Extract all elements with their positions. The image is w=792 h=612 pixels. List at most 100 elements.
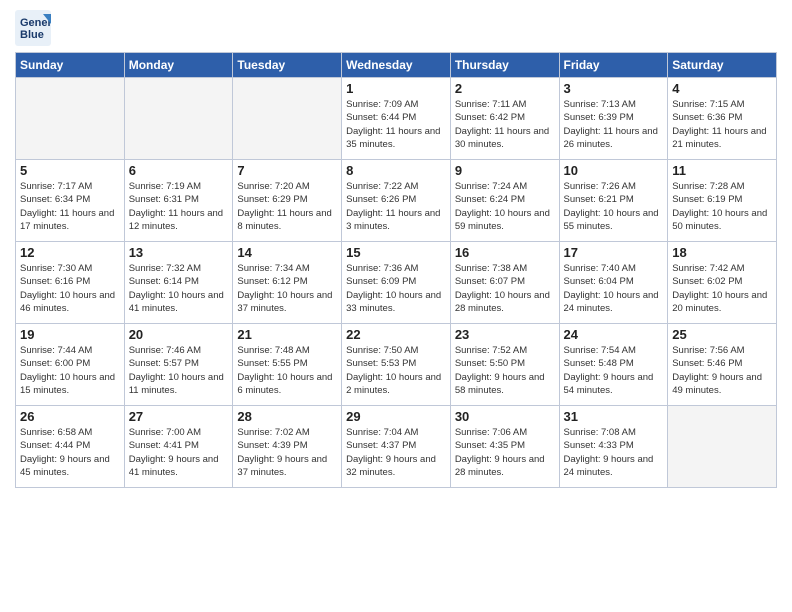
day-cell: 8 Sunrise: 7:22 AM Sunset: 6:26 PM Daylig…: [342, 160, 451, 242]
day-number: 19: [20, 327, 120, 342]
day-number: 1: [346, 81, 446, 96]
day-number: 20: [129, 327, 229, 342]
day-cell: [233, 78, 342, 160]
day-info: Sunrise: 7:28 AM Sunset: 6:19 PM Dayligh…: [672, 180, 772, 233]
day-cell: 20 Sunrise: 7:46 AM Sunset: 5:57 PM Dayli…: [124, 324, 233, 406]
week-row-2: 12Sunrise: 7:30 AM Sunset: 6:16 PM Dayli…: [16, 242, 777, 324]
svg-text:Blue: Blue: [20, 29, 44, 41]
day-cell: 23 Sunrise: 7:52 AM Sunset: 5:50 PM Dayli…: [450, 324, 559, 406]
day-number: 13: [129, 245, 229, 260]
day-info: Sunrise: 7:20 AM Sunset: 6:29 PM Dayligh…: [237, 180, 337, 233]
day-info: Sunrise: 7:30 AM Sunset: 6:16 PM Dayligh…: [20, 262, 120, 315]
day-info: Sunrise: 7:24 AM Sunset: 6:24 PM Dayligh…: [455, 180, 555, 233]
day-info: Sunrise: 7:42 AM Sunset: 6:02 PM Dayligh…: [672, 262, 772, 315]
day-cell: 12Sunrise: 7:30 AM Sunset: 6:16 PM Dayli…: [16, 242, 125, 324]
day-cell: 22 Sunrise: 7:50 AM Sunset: 5:53 PM Dayli…: [342, 324, 451, 406]
week-row-1: 5Sunrise: 7:17 AM Sunset: 6:34 PM Daylig…: [16, 160, 777, 242]
day-cell: [16, 78, 125, 160]
weekday-friday: Friday: [559, 53, 668, 78]
day-number: 8: [346, 163, 446, 178]
day-number: 3: [564, 81, 664, 96]
weekday-tuesday: Tuesday: [233, 53, 342, 78]
calendar-table: SundayMondayTuesdayWednesdayThursdayFrid…: [15, 52, 777, 488]
day-cell: [668, 406, 777, 488]
day-cell: 1 Sunrise: 7:09 AM Sunset: 6:44 PM Daylig…: [342, 78, 451, 160]
day-cell: 30 Sunrise: 7:06 AM Sunset: 4:35 PM Dayli…: [450, 406, 559, 488]
day-number: 2: [455, 81, 555, 96]
day-cell: 6Sunrise: 7:19 AM Sunset: 6:31 PM Daylig…: [124, 160, 233, 242]
logo: General Blue: [15, 10, 54, 46]
day-number: 7: [237, 163, 337, 178]
day-cell: 25 Sunrise: 7:56 AM Sunset: 5:46 PM Dayli…: [668, 324, 777, 406]
day-number: 18: [672, 245, 772, 260]
weekday-saturday: Saturday: [668, 53, 777, 78]
day-info: Sunrise: 7:38 AM Sunset: 6:07 PM Dayligh…: [455, 262, 555, 315]
weekday-sunday: Sunday: [16, 53, 125, 78]
weekday-wednesday: Wednesday: [342, 53, 451, 78]
day-cell: 21 Sunrise: 7:48 AM Sunset: 5:55 PM Dayli…: [233, 324, 342, 406]
day-info: Sunrise: 6:58 AM Sunset: 4:44 PM Dayligh…: [20, 426, 120, 479]
day-cell: 17Sunrise: 7:40 AM Sunset: 6:04 PM Dayli…: [559, 242, 668, 324]
day-info: Sunrise: 7:04 AM Sunset: 4:37 PM Dayligh…: [346, 426, 446, 479]
day-cell: 14 Sunrise: 7:34 AM Sunset: 6:12 PM Dayli…: [233, 242, 342, 324]
day-number: 11: [672, 163, 772, 178]
day-info: Sunrise: 7:09 AM Sunset: 6:44 PM Dayligh…: [346, 98, 446, 151]
day-cell: 4 Sunrise: 7:15 AM Sunset: 6:36 PM Daylig…: [668, 78, 777, 160]
day-info: Sunrise: 7:44 AM Sunset: 6:00 PM Dayligh…: [20, 344, 120, 397]
day-info: Sunrise: 7:32 AM Sunset: 6:14 PM Dayligh…: [129, 262, 229, 315]
day-cell: 16Sunrise: 7:38 AM Sunset: 6:07 PM Dayli…: [450, 242, 559, 324]
day-info: Sunrise: 7:48 AM Sunset: 5:55 PM Dayligh…: [237, 344, 337, 397]
day-info: Sunrise: 7:11 AM Sunset: 6:42 PM Dayligh…: [455, 98, 555, 151]
day-number: 14: [237, 245, 337, 260]
day-number: 29: [346, 409, 446, 424]
svg-text:General: General: [20, 17, 51, 29]
day-cell: 11 Sunrise: 7:28 AM Sunset: 6:19 PM Dayli…: [668, 160, 777, 242]
day-info: Sunrise: 7:36 AM Sunset: 6:09 PM Dayligh…: [346, 262, 446, 315]
day-cell: 2 Sunrise: 7:11 AM Sunset: 6:42 PM Daylig…: [450, 78, 559, 160]
day-cell: 18 Sunrise: 7:42 AM Sunset: 6:02 PM Dayli…: [668, 242, 777, 324]
day-info: Sunrise: 7:02 AM Sunset: 4:39 PM Dayligh…: [237, 426, 337, 479]
week-row-0: 1 Sunrise: 7:09 AM Sunset: 6:44 PM Daylig…: [16, 78, 777, 160]
day-number: 15: [346, 245, 446, 260]
weekday-monday: Monday: [124, 53, 233, 78]
day-number: 30: [455, 409, 555, 424]
day-info: Sunrise: 7:54 AM Sunset: 5:48 PM Dayligh…: [564, 344, 664, 397]
day-cell: 24 Sunrise: 7:54 AM Sunset: 5:48 PM Dayli…: [559, 324, 668, 406]
day-cell: 3Sunrise: 7:13 AM Sunset: 6:39 PM Daylig…: [559, 78, 668, 160]
day-cell: 5Sunrise: 7:17 AM Sunset: 6:34 PM Daylig…: [16, 160, 125, 242]
day-cell: 15 Sunrise: 7:36 AM Sunset: 6:09 PM Dayli…: [342, 242, 451, 324]
day-cell: [124, 78, 233, 160]
day-number: 5: [20, 163, 120, 178]
day-info: Sunrise: 7:56 AM Sunset: 5:46 PM Dayligh…: [672, 344, 772, 397]
day-number: 17: [564, 245, 664, 260]
page: General Blue SundayMondayTuesdayWednesda…: [0, 0, 792, 498]
day-info: Sunrise: 7:52 AM Sunset: 5:50 PM Dayligh…: [455, 344, 555, 397]
day-number: 23: [455, 327, 555, 342]
day-cell: 9 Sunrise: 7:24 AM Sunset: 6:24 PM Daylig…: [450, 160, 559, 242]
day-cell: 31Sunrise: 7:08 AM Sunset: 4:33 PM Dayli…: [559, 406, 668, 488]
week-row-4: 26 Sunrise: 6:58 AM Sunset: 4:44 PM Dayli…: [16, 406, 777, 488]
day-info: Sunrise: 7:22 AM Sunset: 6:26 PM Dayligh…: [346, 180, 446, 233]
day-info: Sunrise: 7:15 AM Sunset: 6:36 PM Dayligh…: [672, 98, 772, 151]
day-number: 27: [129, 409, 229, 424]
day-info: Sunrise: 7:46 AM Sunset: 5:57 PM Dayligh…: [129, 344, 229, 397]
day-info: Sunrise: 7:19 AM Sunset: 6:31 PM Dayligh…: [129, 180, 229, 233]
day-number: 26: [20, 409, 120, 424]
day-number: 24: [564, 327, 664, 342]
header: General Blue: [15, 10, 777, 46]
day-info: Sunrise: 7:06 AM Sunset: 4:35 PM Dayligh…: [455, 426, 555, 479]
day-info: Sunrise: 7:26 AM Sunset: 6:21 PM Dayligh…: [564, 180, 664, 233]
day-number: 22: [346, 327, 446, 342]
day-number: 9: [455, 163, 555, 178]
day-cell: 13 Sunrise: 7:32 AM Sunset: 6:14 PM Dayli…: [124, 242, 233, 324]
day-info: Sunrise: 7:34 AM Sunset: 6:12 PM Dayligh…: [237, 262, 337, 315]
logo-icon: General Blue: [15, 10, 51, 46]
day-info: Sunrise: 7:00 AM Sunset: 4:41 PM Dayligh…: [129, 426, 229, 479]
day-cell: 26 Sunrise: 6:58 AM Sunset: 4:44 PM Dayli…: [16, 406, 125, 488]
day-cell: 10Sunrise: 7:26 AM Sunset: 6:21 PM Dayli…: [559, 160, 668, 242]
day-number: 4: [672, 81, 772, 96]
day-number: 25: [672, 327, 772, 342]
day-cell: 28Sunrise: 7:02 AM Sunset: 4:39 PM Dayli…: [233, 406, 342, 488]
day-number: 21: [237, 327, 337, 342]
day-info: Sunrise: 7:50 AM Sunset: 5:53 PM Dayligh…: [346, 344, 446, 397]
